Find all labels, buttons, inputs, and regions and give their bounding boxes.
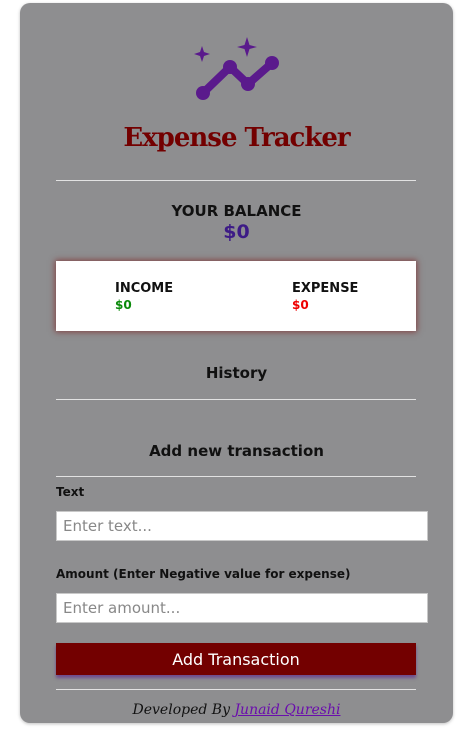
add-transaction-heading: Add new transaction xyxy=(149,442,324,460)
form-divider xyxy=(56,476,416,477)
text-field-label: Text xyxy=(56,485,85,499)
balance-label: YOUR BALANCE xyxy=(171,202,302,220)
add-transaction-button[interactable]: Add Transaction xyxy=(56,643,416,675)
expense-label: EXPENSE xyxy=(292,281,359,296)
title-divider xyxy=(56,180,416,181)
expense-tracker-card: Expense Tracker YOUR BALANCE $0 INCOME $… xyxy=(20,3,453,723)
trend-line-sparkle-icon xyxy=(194,37,279,100)
author-link[interactable]: Junaid Qureshi xyxy=(234,702,340,718)
history-divider xyxy=(56,399,416,400)
amount-input[interactable] xyxy=(56,593,428,623)
income-label: INCOME xyxy=(115,281,174,296)
amount-field-label: Amount (Enter Negative value for expense… xyxy=(56,567,351,581)
balance-value: $0 xyxy=(223,221,250,243)
app-title: Expense Tracker xyxy=(123,123,350,153)
history-heading: History xyxy=(205,364,268,382)
expense-value: $0 xyxy=(292,298,309,312)
income-value: $0 xyxy=(115,298,132,312)
footer-divider xyxy=(56,689,416,690)
income-expense-summary: INCOME $0 EXPENSE $0 xyxy=(56,261,416,331)
text-input[interactable] xyxy=(56,511,428,541)
footer-prefix: Developed By xyxy=(132,702,230,718)
footer-credit: Developed By Junaid Qureshi xyxy=(20,702,453,718)
